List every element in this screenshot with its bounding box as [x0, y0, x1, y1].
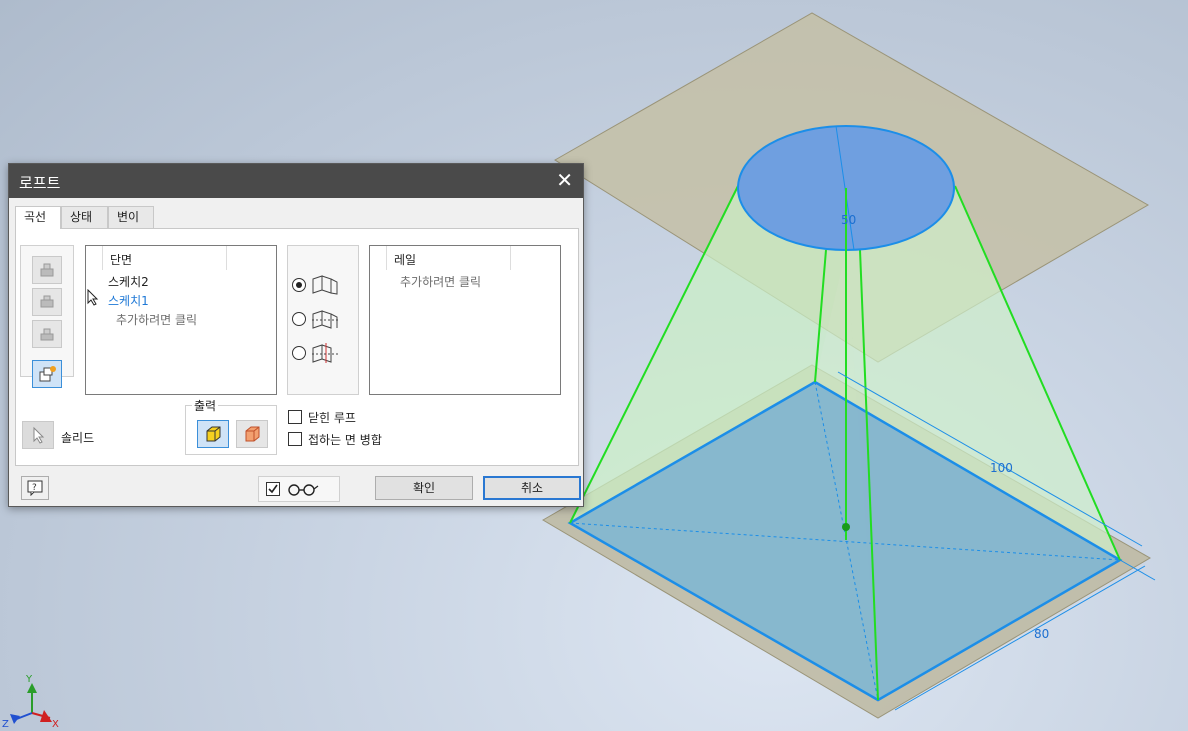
- preview-glasses-icon: [288, 484, 319, 496]
- cancel-button[interactable]: 취소: [483, 476, 581, 500]
- triad-x-label: X: [52, 719, 59, 730]
- output-solid-icon[interactable]: [197, 420, 229, 448]
- help-icon: ?: [27, 480, 43, 497]
- radio-rails[interactable]: [292, 278, 306, 292]
- dimension-50[interactable]: 50: [841, 213, 856, 227]
- dialog-titlebar[interactable]: 로프트 ✕: [9, 164, 583, 198]
- help-button[interactable]: ?: [21, 476, 49, 500]
- add-section-icon[interactable]: [32, 360, 62, 388]
- solid-select-button[interactable]: [22, 421, 54, 449]
- preview-group: [258, 476, 340, 502]
- sections-list[interactable]: 단면 스케치2 스케치1 추가하려면 클릭: [85, 245, 277, 395]
- section-item[interactable]: 스케치2: [108, 273, 149, 290]
- center-point: [842, 523, 850, 531]
- solid-label: 솔리드: [61, 431, 95, 445]
- preview-checkbox[interactable]: [266, 482, 280, 496]
- remove-section-icon[interactable]: [32, 320, 62, 348]
- closed-loop-checkbox[interactable]: [288, 410, 302, 424]
- view-triad[interactable]: Y X Z: [2, 674, 59, 730]
- triad-z-label: Z: [2, 719, 9, 730]
- tab-transition[interactable]: 변이: [108, 206, 154, 228]
- tab-curves[interactable]: 곡선: [15, 206, 61, 229]
- rails-loft-icon: [312, 275, 338, 295]
- svg-text:?: ?: [32, 483, 37, 493]
- output-group: 출력: [185, 397, 277, 455]
- radio-centerline[interactable]: [292, 312, 306, 326]
- ok-button[interactable]: 확인: [375, 476, 473, 500]
- loft-dialog: 로프트 ✕ 곡선 상태 변이 단면 스케치2 스케치1 추가하려면 클릭 레일 …: [8, 163, 584, 507]
- area-loft-icon: [312, 343, 338, 363]
- rails-list[interactable]: 레일 추가하려면 클릭: [369, 245, 561, 395]
- section-tools: [20, 245, 74, 388]
- dialog-title: 로프트: [19, 174, 61, 192]
- mouse-pointer-icon: [87, 289, 99, 306]
- curves-panel: 단면 스케치2 스케치1 추가하려면 클릭 레일 추가하려면 클릭 솔리드 출력…: [15, 228, 579, 466]
- move-up-icon[interactable]: [32, 256, 62, 284]
- merge-tangent-faces-label: 접하는 면 병합: [308, 433, 382, 447]
- add-rail-hint[interactable]: 추가하려면 클릭: [400, 273, 481, 290]
- centerline-loft-icon: [312, 310, 338, 329]
- move-down-icon[interactable]: [32, 288, 62, 316]
- closed-loop-label: 닫힌 루프: [308, 411, 356, 425]
- triad-y-label: Y: [25, 674, 33, 685]
- merge-tangent-faces-checkbox[interactable]: [288, 432, 302, 446]
- output-label: 출력: [192, 397, 219, 414]
- rails-header: 레일: [394, 253, 417, 267]
- sections-header: 단면: [110, 253, 133, 267]
- tab-conditions[interactable]: 상태: [61, 206, 108, 228]
- add-section-hint[interactable]: 추가하려면 클릭: [116, 311, 197, 328]
- section-item[interactable]: 스케치1: [108, 292, 149, 309]
- output-surface-icon[interactable]: [236, 420, 268, 448]
- dimension-100[interactable]: 100: [990, 461, 1013, 475]
- dimension-80[interactable]: 80: [1034, 627, 1049, 641]
- close-icon[interactable]: ✕: [556, 168, 573, 192]
- radio-area[interactable]: [292, 346, 306, 360]
- cursor-arrow-icon: [33, 426, 45, 444]
- loft-mode-group: [287, 245, 359, 395]
